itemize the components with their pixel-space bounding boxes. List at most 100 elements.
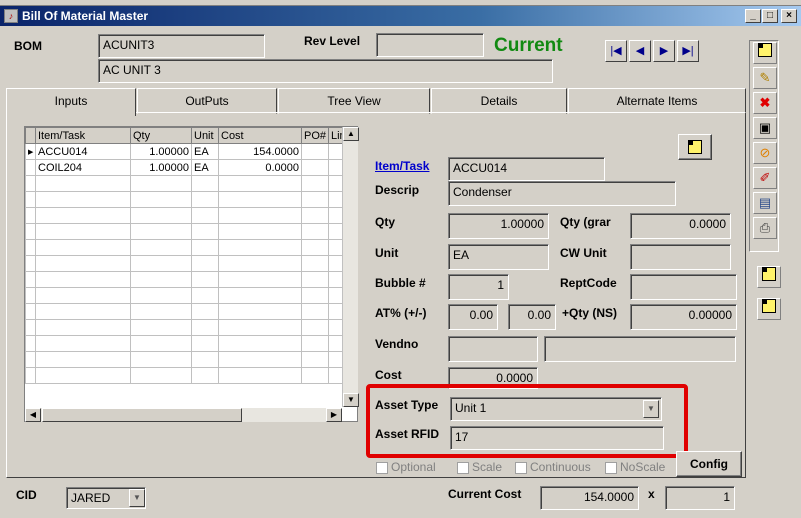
- checkbox-icon: [515, 461, 527, 474]
- col-header-qty[interactable]: Qty: [130, 127, 192, 144]
- current-cost-field[interactable]: 154.0000: [540, 486, 639, 510]
- qty-gran-label: Qty (grar: [560, 215, 611, 229]
- cw-unit-field[interactable]: [630, 244, 731, 270]
- checkbox-icon: [376, 461, 388, 474]
- qty-gran-field[interactable]: 0.0000: [630, 213, 731, 239]
- cell-qty[interactable]: 1.00000: [130, 159, 192, 176]
- next-record-button[interactable]: ▶: [653, 40, 675, 62]
- bom-description-field[interactable]: AC UNIT 3: [98, 59, 553, 83]
- tab-tree-view[interactable]: Tree View: [278, 88, 430, 114]
- table-row[interactable]: ▶ ACCU014 1.00000 EA 154.0000 0: [25, 143, 352, 160]
- last-record-button[interactable]: ▶|: [677, 40, 699, 62]
- bubble-label: Bubble #: [375, 276, 426, 290]
- tab-outputs[interactable]: OutPuts: [137, 88, 277, 114]
- card-icon[interactable]: ▤: [753, 192, 777, 214]
- optional-checkbox[interactable]: Optional: [376, 460, 436, 474]
- minimize-button[interactable]: _: [745, 9, 761, 23]
- scroll-thumb[interactable]: [42, 408, 242, 422]
- lookup-note-button[interactable]: [678, 134, 712, 160]
- empty-row[interactable]: [25, 207, 352, 224]
- first-record-button[interactable]: |◀: [605, 40, 627, 62]
- empty-row[interactable]: [25, 287, 352, 304]
- scroll-up-icon[interactable]: ▲: [343, 127, 359, 141]
- at-percent-field-1[interactable]: 0.00: [448, 304, 498, 330]
- asset-rfid-field[interactable]: 17: [450, 426, 664, 450]
- cell-cost[interactable]: 154.0000: [218, 143, 302, 160]
- close-button[interactable]: ×: [781, 9, 797, 23]
- chevron-down-icon[interactable]: ▼: [129, 489, 145, 507]
- asset-type-label: Asset Type: [375, 398, 439, 412]
- qty-label: Qty: [375, 215, 396, 229]
- checkbox-icon: [457, 461, 469, 474]
- save-icon[interactable]: ▣: [753, 117, 777, 139]
- unit-label: Unit: [375, 246, 399, 260]
- optional-label: Optional: [391, 460, 436, 474]
- tab-inputs[interactable]: Inputs: [6, 88, 136, 116]
- grid-horizontal-scrollbar[interactable]: ◀ ▶: [25, 408, 342, 422]
- plus-qty-field[interactable]: 0.00000: [630, 304, 737, 330]
- new-icon[interactable]: [753, 42, 777, 64]
- note-icon[interactable]: [757, 266, 781, 288]
- cell-qty[interactable]: 1.00000: [130, 143, 192, 160]
- scroll-right-icon[interactable]: ▶: [326, 408, 342, 422]
- vendor-name-field[interactable]: [544, 336, 736, 362]
- notes-icon[interactable]: ✐: [753, 167, 777, 189]
- note-icon[interactable]: [757, 298, 781, 320]
- col-header-po[interactable]: PO#: [301, 127, 329, 144]
- empty-row[interactable]: [25, 255, 352, 272]
- prev-record-button[interactable]: ◀: [629, 40, 651, 62]
- item-task-field[interactable]: ACCU014: [448, 157, 605, 181]
- edit-icon[interactable]: ✎: [753, 67, 777, 89]
- empty-row[interactable]: [25, 239, 352, 256]
- empty-row[interactable]: [25, 319, 352, 336]
- asset-type-select[interactable]: Unit 1: [450, 397, 662, 421]
- grid-vertical-scrollbar[interactable]: ▲ ▼: [342, 127, 359, 407]
- tab-details[interactable]: Details: [431, 88, 567, 114]
- cell-unit[interactable]: EA: [191, 143, 219, 160]
- empty-row[interactable]: [25, 367, 352, 384]
- cell-po[interactable]: [301, 159, 329, 176]
- cell-cost[interactable]: 0.0000: [218, 159, 302, 176]
- noscale-checkbox[interactable]: NoScale: [605, 460, 665, 474]
- rev-level-field[interactable]: [376, 33, 484, 57]
- table-row[interactable]: COIL204 1.00000 EA 0.0000 0: [25, 159, 352, 176]
- item-task-link[interactable]: Item/Task: [375, 159, 429, 173]
- bom-field[interactable]: ACUNIT3: [98, 34, 265, 58]
- scale-checkbox[interactable]: Scale: [457, 460, 502, 474]
- at-percent-field-2[interactable]: 0.00: [508, 304, 556, 330]
- delete-icon[interactable]: ✖: [753, 92, 777, 114]
- empty-row[interactable]: [25, 351, 352, 368]
- empty-row[interactable]: [25, 175, 352, 192]
- scroll-down-icon[interactable]: ▼: [343, 393, 359, 407]
- cancel-icon[interactable]: ⊘: [753, 142, 777, 164]
- items-grid[interactable]: Item/Task Qty Unit Cost PO# Line ▶ ACCU0…: [24, 126, 358, 422]
- descrip-field[interactable]: Condenser: [448, 181, 676, 206]
- col-header-cost[interactable]: Cost: [218, 127, 302, 144]
- scroll-left-icon[interactable]: ◀: [25, 408, 41, 422]
- cell-item[interactable]: COIL204: [35, 159, 131, 176]
- print-icon[interactable]: ⎙: [753, 217, 777, 239]
- reptcode-label: ReptCode: [560, 276, 617, 290]
- empty-row[interactable]: [25, 335, 352, 352]
- chevron-down-icon[interactable]: ▼: [643, 400, 659, 418]
- empty-row[interactable]: [25, 303, 352, 320]
- tab-alternate-items[interactable]: Alternate Items: [568, 88, 746, 114]
- multiplier-field[interactable]: 1: [665, 486, 735, 510]
- cell-po[interactable]: [301, 143, 329, 160]
- empty-row[interactable]: [25, 191, 352, 208]
- checkbox-icon: [605, 461, 617, 474]
- cell-item[interactable]: ACCU014: [35, 143, 131, 160]
- bubble-field[interactable]: 1: [448, 274, 509, 300]
- col-header-unit[interactable]: Unit: [191, 127, 219, 144]
- continuous-checkbox[interactable]: Continuous: [515, 460, 591, 474]
- col-header-item[interactable]: Item/Task: [35, 127, 131, 144]
- reptcode-field[interactable]: [630, 274, 737, 300]
- qty-field[interactable]: 1.00000: [448, 213, 549, 239]
- unit-field[interactable]: EA: [448, 244, 549, 270]
- vendno-field[interactable]: [448, 336, 538, 362]
- empty-row[interactable]: [25, 271, 352, 288]
- cell-unit[interactable]: EA: [191, 159, 219, 176]
- empty-row[interactable]: [25, 223, 352, 240]
- maximize-button[interactable]: □: [762, 9, 778, 23]
- config-button[interactable]: Config: [676, 451, 742, 477]
